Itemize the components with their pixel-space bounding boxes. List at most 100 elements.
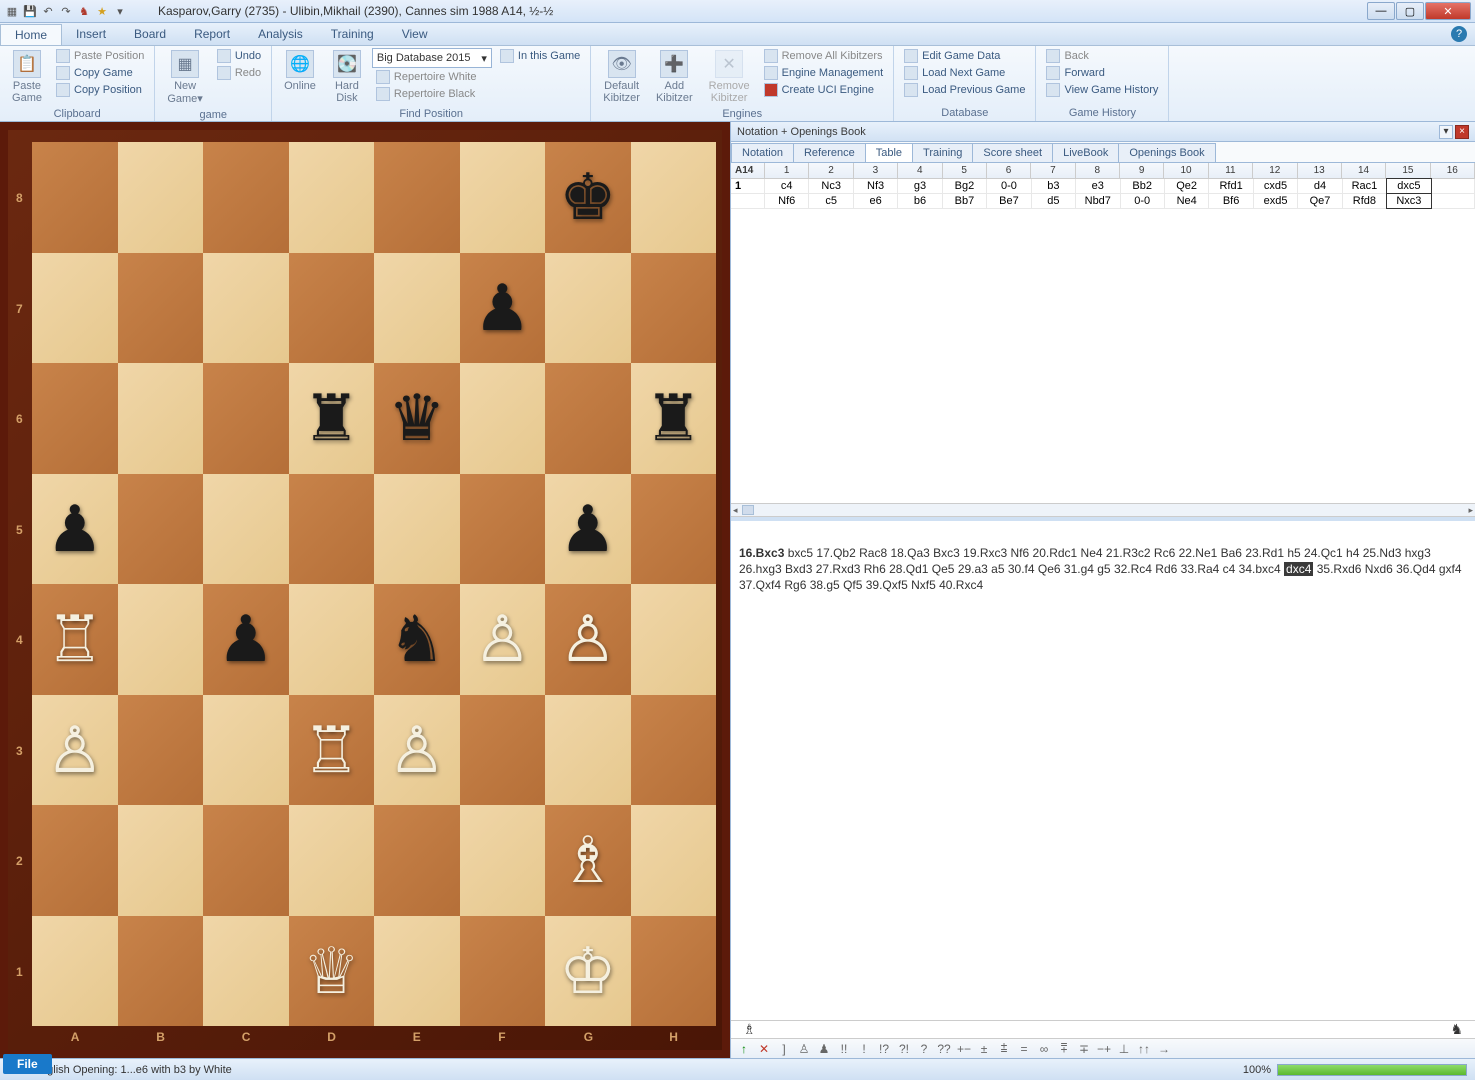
annotation-symbol[interactable]: ⩱ bbox=[1055, 1041, 1073, 1056]
piece-icon[interactable]: ♞ bbox=[76, 3, 92, 19]
remove-all-kibitzers-button[interactable]: Remove All Kibitzers bbox=[760, 48, 888, 64]
annotation-symbol[interactable]: ↑↑ bbox=[1135, 1042, 1153, 1056]
piece-g2[interactable]: ♗ bbox=[559, 828, 616, 892]
back-icon bbox=[1046, 49, 1060, 63]
piece-e6[interactable]: ♛ bbox=[388, 386, 445, 450]
create-uci-button[interactable]: Create UCI Engine bbox=[760, 82, 888, 98]
view-history-button[interactable]: View Game History bbox=[1042, 82, 1162, 98]
annotation-symbol[interactable]: −+ bbox=[1095, 1042, 1113, 1056]
tab-table[interactable]: Table bbox=[865, 143, 913, 162]
history-icon bbox=[1046, 83, 1060, 97]
annotation-symbol[interactable]: +− bbox=[955, 1042, 973, 1056]
piece-a5[interactable]: ♟ bbox=[46, 497, 103, 561]
piece-c4[interactable]: ♟ bbox=[217, 607, 274, 671]
undo-icon[interactable]: ↶ bbox=[40, 3, 56, 19]
piece-g4[interactable]: ♙ bbox=[559, 607, 616, 671]
piece-e4[interactable]: ♞ bbox=[388, 607, 445, 671]
gear-icon bbox=[764, 66, 778, 80]
paste-game-button[interactable]: 📋Paste Game bbox=[6, 48, 48, 106]
tab-analysis[interactable]: Analysis bbox=[244, 24, 317, 44]
piece-g5[interactable]: ♟ bbox=[559, 497, 616, 561]
tab-livebook[interactable]: LiveBook bbox=[1052, 143, 1119, 162]
paste-position-button[interactable]: Paste Position bbox=[52, 48, 148, 64]
annotation-symbol[interactable]: ⩲ bbox=[995, 1041, 1013, 1056]
piece-d6[interactable]: ♜ bbox=[303, 386, 360, 450]
annotation-symbol[interactable]: ?? bbox=[935, 1042, 953, 1056]
undo-button[interactable]: Undo bbox=[213, 48, 265, 64]
pane-menu-icon[interactable]: ▾ bbox=[1439, 125, 1453, 139]
forward-button[interactable]: Forward bbox=[1042, 65, 1162, 81]
annotation-symbol[interactable]: ? bbox=[915, 1042, 933, 1056]
pane-close-icon[interactable]: × bbox=[1455, 125, 1469, 139]
close-button[interactable]: ✕ bbox=[1425, 2, 1471, 20]
annotation-symbol[interactable]: → bbox=[1155, 1042, 1173, 1056]
tab-home[interactable]: Home bbox=[0, 24, 62, 45]
piece-f4[interactable]: ♙ bbox=[474, 607, 531, 671]
tab-notation[interactable]: Notation bbox=[731, 143, 794, 162]
annotation-symbol[interactable]: ?! bbox=[895, 1042, 913, 1056]
redo-icon[interactable]: ↷ bbox=[58, 3, 74, 19]
piece-g1[interactable]: ♔ bbox=[559, 939, 616, 1003]
add-kibitzer-button[interactable]: ➕Add Kibitzer bbox=[650, 48, 699, 106]
remove-kibitzer-button[interactable]: ✕Remove Kibitzer bbox=[703, 48, 756, 106]
database-dropdown[interactable]: Big Database 2015▾ bbox=[372, 48, 492, 68]
tab-training[interactable]: Training bbox=[912, 143, 973, 162]
copy-position-button[interactable]: Copy Position bbox=[52, 82, 148, 98]
chess-board[interactable]: ♚ ♟ ♜ ♛ ♜ ♟ ♟ ♖ ♟ ♞ ♙ ♙ ♙ ♖ ♙ ♗ ♕ ♔ bbox=[32, 142, 716, 1026]
piece-a3[interactable]: ♙ bbox=[46, 718, 103, 782]
hard-disk-button[interactable]: 💽Hard Disk bbox=[326, 48, 368, 106]
save-icon[interactable]: 💾 bbox=[22, 3, 38, 19]
star-icon[interactable]: ★ bbox=[94, 3, 110, 19]
annotation-symbol[interactable]: ! bbox=[855, 1042, 873, 1056]
repertoire-black-button[interactable]: Repertoire Black bbox=[372, 86, 492, 102]
piece-f7[interactable]: ♟ bbox=[474, 276, 531, 340]
file-tab[interactable]: File bbox=[3, 1054, 52, 1074]
annotation-symbol[interactable]: ♙ bbox=[795, 1042, 813, 1056]
copy-game-button[interactable]: Copy Game bbox=[52, 65, 148, 81]
redo-button[interactable]: Redo bbox=[213, 65, 265, 81]
new-game-button[interactable]: ▦New Game▾ bbox=[161, 48, 208, 107]
in-this-game-button[interactable]: In this Game bbox=[496, 48, 584, 64]
piece-g8[interactable]: ♚ bbox=[559, 165, 616, 229]
annotation-symbol[interactable]: !? bbox=[875, 1042, 893, 1056]
tab-insert[interactable]: Insert bbox=[62, 24, 120, 44]
tab-openingsbook[interactable]: Openings Book bbox=[1118, 143, 1215, 162]
tab-view[interactable]: View bbox=[388, 24, 442, 44]
tab-scoresheet[interactable]: Score sheet bbox=[972, 143, 1053, 162]
tab-board[interactable]: Board bbox=[120, 24, 180, 44]
load-next-game-button[interactable]: Load Next Game bbox=[900, 65, 1029, 81]
window-caption: Kasparov,Garry (2735) - Ulibin,Mikhail (… bbox=[128, 4, 1367, 18]
annotation-symbol[interactable]: ↑ bbox=[735, 1042, 753, 1056]
piece-d3[interactable]: ♖ bbox=[303, 718, 360, 782]
annotation-symbol[interactable]: ] bbox=[775, 1042, 793, 1056]
default-kibitzer-button[interactable]: 👁Default Kibitzer bbox=[597, 48, 646, 106]
piece-a4[interactable]: ♖ bbox=[46, 607, 103, 671]
table-scrollbar[interactable]: ◂▸ bbox=[731, 503, 1475, 517]
annotation-symbol[interactable]: ✕ bbox=[755, 1042, 773, 1056]
piece-e3[interactable]: ♙ bbox=[388, 718, 445, 782]
annotation-symbol[interactable]: ∞ bbox=[1035, 1042, 1053, 1056]
annotation-symbol[interactable]: ± bbox=[975, 1042, 993, 1056]
qat-dropdown-icon[interactable]: ▾ bbox=[112, 3, 128, 19]
notation-text[interactable]: 16.Bxc3 bxc5 17.Qb2 Rac8 18.Qa3 Bxc3 19.… bbox=[731, 537, 1475, 1020]
piece-h6[interactable]: ♜ bbox=[645, 386, 702, 450]
back-button[interactable]: Back bbox=[1042, 48, 1162, 64]
load-previous-game-button[interactable]: Load Previous Game bbox=[900, 82, 1029, 98]
maximize-button[interactable]: ▢ bbox=[1396, 2, 1424, 20]
minimize-button[interactable]: — bbox=[1367, 2, 1395, 20]
file-label: B bbox=[156, 1030, 165, 1044]
engine-management-button[interactable]: Engine Management bbox=[760, 65, 888, 81]
annotation-symbol[interactable]: ∓ bbox=[1075, 1042, 1093, 1056]
repertoire-white-button[interactable]: Repertoire White bbox=[372, 69, 492, 85]
piece-d1[interactable]: ♕ bbox=[303, 939, 360, 1003]
online-button[interactable]: 🌐Online bbox=[278, 48, 322, 94]
tab-report[interactable]: Report bbox=[180, 24, 244, 44]
edit-game-data-button[interactable]: Edit Game Data bbox=[900, 48, 1029, 64]
annotation-symbol[interactable]: ⊥ bbox=[1115, 1042, 1133, 1056]
annotation-symbol[interactable]: !! bbox=[835, 1042, 853, 1056]
help-icon[interactable]: ? bbox=[1451, 26, 1467, 42]
tab-training[interactable]: Training bbox=[317, 24, 388, 44]
annotation-symbol[interactable]: = bbox=[1015, 1042, 1033, 1056]
annotation-symbol[interactable]: ♟ bbox=[815, 1042, 833, 1056]
tab-reference[interactable]: Reference bbox=[793, 143, 866, 162]
